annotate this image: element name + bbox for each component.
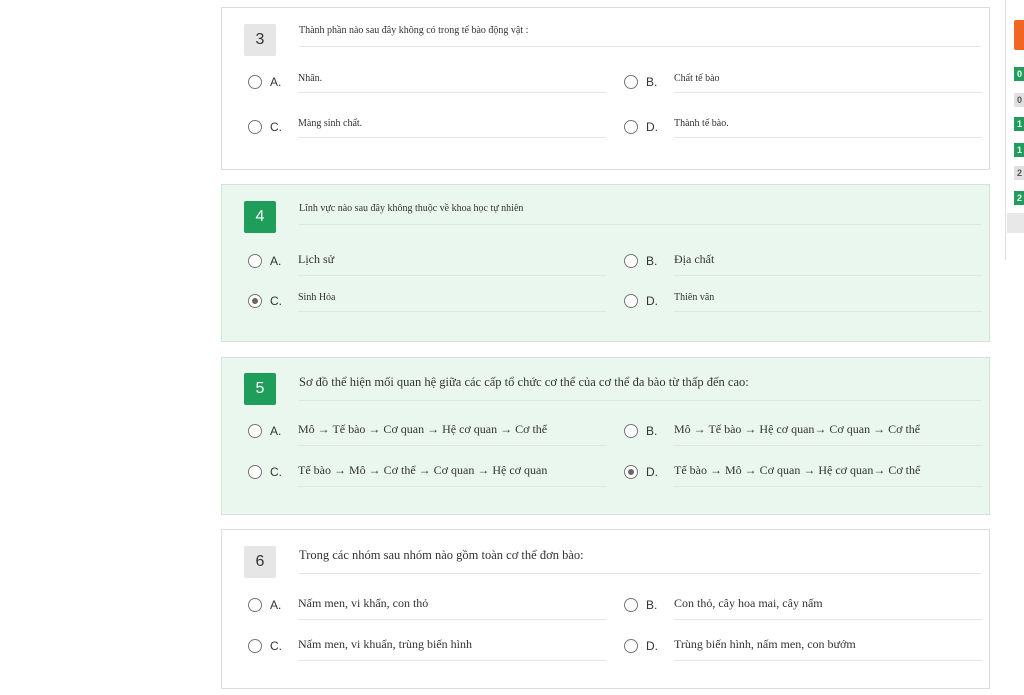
radio-button[interactable] [624,120,638,134]
option-text: Thành tế bào. [674,118,982,138]
radio-button[interactable] [248,598,262,612]
option-label: D. [646,294,658,308]
option-text: Con thỏ, cây hoa mai, cây nấm [674,596,982,620]
radio-button[interactable] [248,120,262,134]
radio-button[interactable] [248,465,262,479]
question-card-4: 4 Lĩnh vực nào sau đây không thuộc về kh… [221,184,990,342]
option-label: C. [270,465,282,479]
option-label: D. [646,639,658,653]
nav-chip[interactable]: 0 [1014,93,1024,107]
option-a[interactable]: A. Lịch sử [248,252,606,276]
nav-footer-bar [1007,213,1024,233]
nav-chip[interactable]: 1 [1014,143,1024,157]
option-d[interactable]: D. Trùng biến hình, nấm men, con bướm [624,637,982,661]
radio-button[interactable] [624,639,638,653]
option-b[interactable]: B. Con thỏ, cây hoa mai, cây nấm [624,596,982,620]
option-text: Mô → Tế bào → Hệ cơ quan→ Cơ quan → Cơ t… [674,422,982,446]
radio-button-selected[interactable] [624,465,638,479]
option-label: A. [270,75,282,89]
nav-chip[interactable]: 2 [1014,166,1024,180]
radio-button[interactable] [248,254,262,268]
option-text: Màng sinh chất. [298,118,606,138]
option-text: Chất tế bào [674,73,982,93]
question-navigator-panel: 0 0 1 1 2 2 [1005,0,1024,260]
option-text: Sinh Hóa [298,292,606,312]
option-c[interactable]: C. Màng sinh chất. [248,118,606,140]
option-text: Nhân. [298,73,606,93]
option-d[interactable]: D. Thiên văn [624,292,982,314]
option-label: B. [646,75,658,89]
option-label: C. [270,639,282,653]
option-c[interactable]: C. Nấm men, vi khuẩn, trùng biến hình [248,637,606,661]
radio-button-selected[interactable] [248,294,262,308]
option-text: Thiên văn [674,292,982,312]
option-text: Mô → Tế bào → Cơ quan → Hệ cơ quan → Cơ … [298,422,606,446]
question-card-6: 6 Trong các nhóm sau nhóm nào gồm toàn c… [221,529,990,689]
option-label: B. [646,424,658,438]
option-text: Địa chất [674,252,982,276]
option-a[interactable]: A. Nấm men, vi khẩn, con thỏ [248,596,606,620]
option-text: Tế bào → Mô → Cơ quan → Hệ cơ quan→ Cơ t… [674,463,982,487]
option-text: Nấm men, vi khẩn, con thỏ [298,596,606,620]
nav-chip[interactable]: 0 [1014,67,1024,81]
option-label: A. [270,598,282,612]
option-d[interactable]: D. Thành tế bào. [624,118,982,140]
option-label: B. [646,598,658,612]
radio-button[interactable] [624,294,638,308]
option-label: D. [646,465,658,479]
radio-button[interactable] [248,639,262,653]
submit-button[interactable] [1014,20,1024,50]
question-text: Lĩnh vực nào sau đây không thuộc về khoa… [299,203,981,225]
question-card-5: 5 Sơ đồ thể hiện mối quan hệ giữa các cấ… [221,357,990,515]
option-text: Nấm men, vi khuẩn, trùng biến hình [298,637,606,661]
option-d[interactable]: D. Tế bào → Mô → Cơ quan → Hệ cơ quan→ C… [624,463,982,487]
option-b[interactable]: B. Mô → Tế bào → Hệ cơ quan→ Cơ quan → C… [624,422,982,446]
radio-button[interactable] [248,75,262,89]
option-b[interactable]: B. Địa chất [624,252,982,276]
question-number: 6 [244,546,276,578]
question-text: Sơ đồ thể hiện mối quan hệ giữa các cấp … [299,375,981,401]
option-label: D. [646,120,658,134]
option-label: C. [270,120,282,134]
question-text: Trong các nhóm sau nhóm nào gồm toàn cơ … [299,548,981,574]
radio-button[interactable] [624,598,638,612]
option-label: B. [646,254,658,268]
radio-button[interactable] [624,424,638,438]
option-label: A. [270,254,282,268]
question-text: Thành phần nào sau đây không có trong tế… [299,25,981,47]
option-b[interactable]: B. Chất tế bào [624,73,982,95]
option-label: A. [270,424,282,438]
option-label: C. [270,294,282,308]
option-c[interactable]: C. Sinh Hóa [248,292,606,314]
nav-chip[interactable]: 2 [1014,191,1024,205]
option-text: Trùng biến hình, nấm men, con bướm [674,637,982,661]
radio-button[interactable] [248,424,262,438]
option-text: Tế bào → Mô → Cơ thể → Cơ quan → Hệ cơ q… [298,463,606,487]
radio-button[interactable] [624,254,638,268]
option-a[interactable]: A. Nhân. [248,73,606,95]
option-text: Lịch sử [298,252,606,276]
question-card-3: 3 Thành phần nào sau đây không có trong … [221,7,990,170]
radio-button[interactable] [624,75,638,89]
question-number: 3 [244,24,276,56]
nav-chip[interactable]: 1 [1014,117,1024,131]
option-c[interactable]: C. Tế bào → Mô → Cơ thể → Cơ quan → Hệ c… [248,463,606,487]
question-number: 4 [244,201,276,233]
question-number: 5 [244,373,276,405]
option-a[interactable]: A. Mô → Tế bào → Cơ quan → Hệ cơ quan → … [248,422,606,446]
